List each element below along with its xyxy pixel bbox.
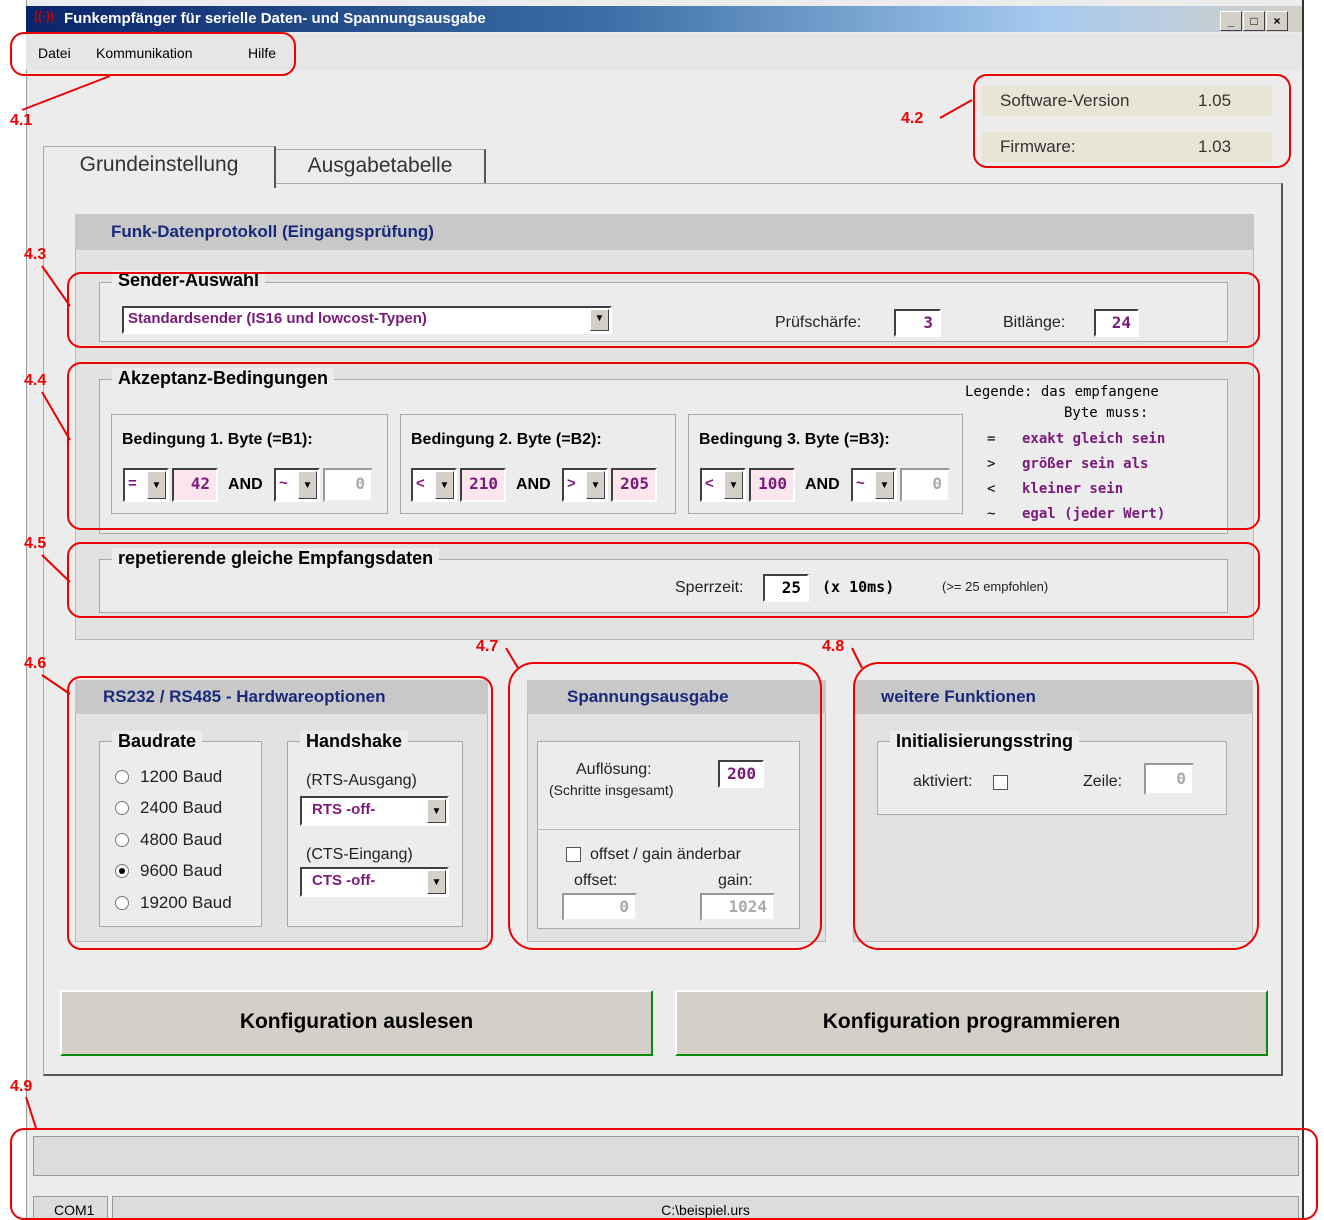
minimize-icon[interactable]: _ — [1220, 11, 1242, 31]
annotation-label-4-8: 4.8 — [822, 638, 845, 655]
annotation-box-4-9 — [10, 1128, 1318, 1220]
window-title: Funkempfänger für serielle Daten- und Sp… — [64, 10, 486, 27]
read-config-button[interactable]: Konfiguration auslesen — [60, 990, 653, 1056]
annotation-box-4-4 — [67, 362, 1260, 530]
protocol-header: Funk-Datenprotokoll (Eingangsprüfung) — [75, 214, 1254, 250]
program-config-button[interactable]: Konfiguration programmieren — [675, 990, 1268, 1056]
tab-ausgabetabelle[interactable]: Ausgabetabelle — [276, 149, 486, 183]
annotation-box-4-6 — [67, 676, 493, 950]
annotation-label-4-7: 4.7 — [476, 638, 499, 655]
annotation-box-4-2 — [973, 74, 1291, 168]
annotation-label-4-5: 4.5 — [24, 535, 47, 552]
annotation-label-4-1: 4.1 — [10, 112, 33, 129]
close-icon[interactable]: × — [1266, 11, 1288, 31]
annotation-label-4-9: 4.9 — [10, 1078, 33, 1095]
annotation-box-4-1 — [10, 32, 296, 76]
annotation-box-4-3 — [67, 272, 1260, 348]
annotation-label-4-3: 4.3 — [24, 246, 47, 263]
annotation-label-4-6: 4.6 — [24, 655, 47, 672]
annotation-box-4-7 — [508, 662, 822, 950]
maximize-icon[interactable]: □ — [1243, 11, 1265, 31]
annotation-box-4-8 — [853, 662, 1259, 950]
annotation-label-4-4: 4.4 — [24, 372, 47, 389]
annotation-box-4-5 — [67, 542, 1260, 618]
tab-grundeinstellung[interactable]: Grundeinstellung — [43, 146, 276, 188]
annotation-label-4-2: 4.2 — [901, 110, 924, 127]
app-icon: ((·)) — [34, 9, 54, 23]
